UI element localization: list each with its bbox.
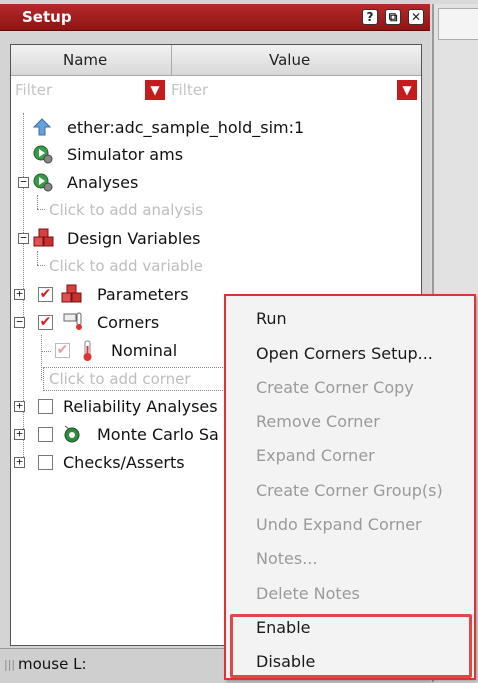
context-menu: Run Open Corners Setup... Create Corner … xyxy=(224,294,476,680)
tree-row-add-variable[interactable]: Click to add variable xyxy=(11,254,411,280)
add-corner-hint: Click to add corner xyxy=(49,370,191,388)
menu-item-expand-corner[interactable]: Expand Corner xyxy=(256,446,375,465)
design-variables-label: Design Variables xyxy=(67,229,201,248)
nominal-thermometer-icon xyxy=(83,340,92,361)
panel-title: Setup xyxy=(22,8,72,26)
menu-item-open-corners-setup[interactable]: Open Corners Setup... xyxy=(256,344,433,363)
value-column-header[interactable]: Value xyxy=(269,51,310,69)
tree-row-analyses[interactable]: − Analyses xyxy=(11,170,411,196)
monte-carlo-label: Monte Carlo Sa xyxy=(97,425,219,444)
parameters-cubes-icon xyxy=(61,284,82,303)
expand-toggle[interactable]: + xyxy=(14,288,25,300)
corners-checkbox[interactable]: ✔ xyxy=(38,315,53,330)
checks-label: Checks/Asserts xyxy=(63,453,185,472)
tree-row-add-analysis[interactable]: Click to add analysis xyxy=(11,198,411,224)
monte-carlo-checkbox[interactable] xyxy=(38,427,53,442)
status-grip-icon: ||| xyxy=(4,658,16,671)
adjacent-pane-header xyxy=(438,8,478,40)
expand-toggle[interactable]: + xyxy=(14,456,25,468)
menu-item-disable[interactable]: Disable xyxy=(256,652,315,671)
corners-label: Corners xyxy=(97,313,160,332)
collapse-toggle[interactable]: − xyxy=(18,176,29,188)
menu-item-undo-expand-corner[interactable]: Undo Expand Corner xyxy=(256,515,422,534)
tree-row-simulator[interactable]: Simulator ams xyxy=(11,142,411,168)
nominal-checkbox[interactable]: ✔ xyxy=(55,343,70,358)
design-variables-cubes-icon xyxy=(33,228,54,247)
simulator-label: Simulator ams xyxy=(67,145,184,164)
collapse-toggle[interactable]: − xyxy=(18,232,29,244)
reliability-checkbox[interactable] xyxy=(38,399,53,414)
status-text: mouse L: xyxy=(18,655,87,673)
title-bar: Setup ? ⧉ ✕ xyxy=(0,4,430,31)
menu-item-notes[interactable]: Notes... xyxy=(256,549,317,568)
expand-toggle[interactable]: + xyxy=(14,400,25,412)
simulator-gear-icon xyxy=(33,145,53,164)
reliability-label: Reliability Analyses xyxy=(63,397,218,416)
test-label: ether:adc_sample_hold_sim:1 xyxy=(67,118,305,137)
name-column-header[interactable]: Name xyxy=(63,51,107,69)
close-button[interactable]: ✕ xyxy=(408,9,424,25)
analyses-gear-icon xyxy=(33,173,53,192)
tree-row-design-variables[interactable]: − Design Variables xyxy=(11,226,411,252)
nominal-label: Nominal xyxy=(111,341,178,360)
test-arrow-icon xyxy=(33,118,51,136)
value-filter-dropdown-button[interactable]: ▼ xyxy=(397,80,417,100)
menu-item-enable[interactable]: Enable xyxy=(256,618,311,637)
help-button[interactable]: ? xyxy=(362,9,378,25)
menu-item-create-corner-groups[interactable]: Create Corner Group(s) xyxy=(256,481,443,500)
add-variable-hint: Click to add variable xyxy=(49,257,203,275)
column-divider[interactable] xyxy=(171,45,172,75)
parameters-checkbox[interactable]: ✔ xyxy=(38,287,53,302)
value-filter-input[interactable]: Filter xyxy=(171,81,208,99)
filter-row: Filter ▼ Filter ▼ xyxy=(11,76,421,104)
expand-toggle[interactable]: + xyxy=(14,428,25,440)
monte-carlo-dice-icon xyxy=(64,425,80,443)
parameters-label: Parameters xyxy=(97,285,189,304)
tree-row-add-corner[interactable]: Click to add corner xyxy=(43,367,243,391)
add-analysis-hint: Click to add analysis xyxy=(49,201,204,219)
checks-checkbox[interactable] xyxy=(38,455,53,470)
corners-thermometer-icon xyxy=(63,312,82,330)
tree-row-test[interactable]: ether:adc_sample_hold_sim:1 xyxy=(11,115,411,141)
column-header-row: Name Value xyxy=(11,45,421,76)
analyses-label: Analyses xyxy=(67,173,139,192)
menu-item-delete-notes[interactable]: Delete Notes xyxy=(256,584,360,603)
menu-item-remove-corner[interactable]: Remove Corner xyxy=(256,412,380,431)
name-filter-input[interactable]: Filter xyxy=(15,81,52,99)
collapse-toggle[interactable]: − xyxy=(14,316,25,328)
menu-item-run[interactable]: Run xyxy=(256,309,287,328)
menu-item-create-corner-copy[interactable]: Create Corner Copy xyxy=(256,378,414,397)
name-filter-dropdown-button[interactable]: ▼ xyxy=(145,80,165,100)
float-button[interactable]: ⧉ xyxy=(385,9,401,25)
